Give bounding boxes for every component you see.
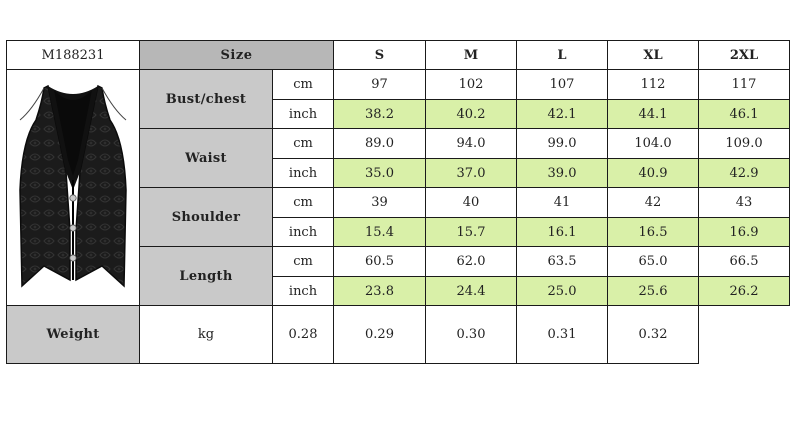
length-cm-m: 62.0	[425, 246, 517, 277]
shoulder-inch-xl: 16.5	[607, 217, 699, 247]
size-chart-table: M188231 Size S M L XL 2XL Bust/chest cm …	[6, 40, 790, 364]
weight-row: Weight kg 0.28 0.29 0.30 0.31 0.32	[6, 305, 790, 364]
header-row: M188231 Size S M L XL 2XL	[6, 40, 790, 70]
bust-cm-xl: 112	[607, 69, 699, 100]
length-inch-m: 24.4	[425, 276, 517, 306]
weight-label: Weight	[6, 305, 140, 364]
length-inch-l: 25.0	[516, 276, 608, 306]
vest-image	[19, 84, 127, 288]
product-code: M188231	[6, 40, 140, 70]
length-label: Length	[139, 246, 273, 306]
bust-inch-s: 38.2	[333, 99, 426, 129]
size-2xl: 2XL	[698, 40, 790, 70]
unit-kg: kg	[139, 305, 273, 364]
waist-label: Waist	[139, 128, 273, 188]
waist-inch-m: 37.0	[425, 158, 517, 188]
waist-inch-xl: 40.9	[607, 158, 699, 188]
size-l: L	[516, 40, 608, 70]
unit-cm: cm	[272, 187, 334, 218]
shoulder-inch-l: 16.1	[516, 217, 608, 247]
waist-cm-2xl: 109.0	[698, 128, 790, 159]
unit-cm: cm	[272, 128, 334, 159]
shoulder-cm-xl: 42	[607, 187, 699, 218]
shoulder-cm-m: 40	[425, 187, 517, 218]
unit-cm: cm	[272, 69, 334, 100]
weight-s: 0.28	[272, 305, 334, 364]
shoulder-label: Shoulder	[139, 187, 273, 247]
size-s: S	[333, 40, 426, 70]
length-cm-xl: 65.0	[607, 246, 699, 277]
length-inch-s: 23.8	[333, 276, 426, 306]
product-image-cell	[6, 69, 140, 306]
bust-cm-l: 107	[516, 69, 608, 100]
weight-2xl: 0.32	[607, 305, 699, 364]
unit-cm: cm	[272, 246, 334, 277]
length-cm-2xl: 66.5	[698, 246, 790, 277]
bust-inch-l: 42.1	[516, 99, 608, 129]
shoulder-inch-m: 15.7	[425, 217, 517, 247]
shoulder-cm-2xl: 43	[698, 187, 790, 218]
bust-label: Bust/chest	[139, 69, 273, 129]
unit-inch: inch	[272, 276, 334, 306]
weight-xl: 0.31	[516, 305, 608, 364]
length-cm-l: 63.5	[516, 246, 608, 277]
unit-inch: inch	[272, 158, 334, 188]
bust-cm-row: Bust/chest cm 97 102 107 112 117	[6, 69, 790, 306]
waist-inch-l: 39.0	[516, 158, 608, 188]
length-inch-xl: 25.6	[607, 276, 699, 306]
waist-inch-s: 35.0	[333, 158, 426, 188]
waist-inch-2xl: 42.9	[698, 158, 790, 188]
size-header: Size	[139, 40, 334, 70]
unit-inch: inch	[272, 217, 334, 247]
weight-l: 0.30	[425, 305, 517, 364]
bust-inch-2xl: 46.1	[698, 99, 790, 129]
bust-inch-m: 40.2	[425, 99, 517, 129]
waist-cm-xl: 104.0	[607, 128, 699, 159]
bust-cm-2xl: 117	[698, 69, 790, 100]
shoulder-inch-2xl: 16.9	[698, 217, 790, 247]
size-m: M	[425, 40, 517, 70]
unit-inch: inch	[272, 99, 334, 129]
size-xl: XL	[607, 40, 699, 70]
bust-cm-m: 102	[425, 69, 517, 100]
shoulder-cm-l: 41	[516, 187, 608, 218]
shoulder-inch-s: 15.4	[333, 217, 426, 247]
waist-cm-m: 94.0	[425, 128, 517, 159]
length-inch-2xl: 26.2	[698, 276, 790, 306]
waist-cm-l: 99.0	[516, 128, 608, 159]
bust-inch-xl: 44.1	[607, 99, 699, 129]
waist-cm-s: 89.0	[333, 128, 426, 159]
bust-cm-s: 97	[333, 69, 426, 100]
weight-m: 0.29	[333, 305, 426, 364]
length-cm-s: 60.5	[333, 246, 426, 277]
shoulder-cm-s: 39	[333, 187, 426, 218]
